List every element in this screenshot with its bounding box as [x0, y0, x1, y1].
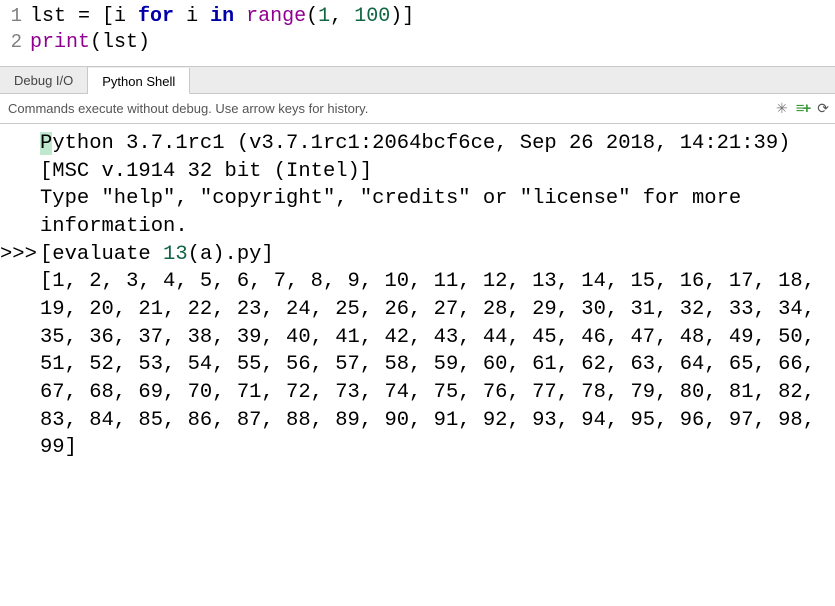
tab-debug-io[interactable]: Debug I/O	[0, 67, 88, 93]
code-editor[interactable]: 1 lst = [i for i in range(1, 100)] 2 pri…	[0, 0, 835, 66]
shell-banner: Python 3.7.1rc1 (v3.7.1rc1:2064bcf6ce, S…	[0, 130, 831, 185]
code-line-1[interactable]: 1 lst = [i for i in range(1, 100)]	[0, 4, 835, 30]
bug-icon[interactable]: ✳	[776, 100, 788, 117]
cursor-highlight: P	[40, 132, 52, 155]
line-number: 2	[0, 30, 30, 55]
code-line-2[interactable]: 2 print(lst)	[0, 30, 835, 56]
shell-prompt: >>>	[0, 241, 40, 269]
shell-hint: Commands execute without debug. Use arro…	[8, 101, 368, 116]
line-number: 1	[0, 4, 30, 29]
shell-evaluate-line: >>> [evaluate 13(a).py]	[0, 241, 831, 269]
shell-infobar: Commands execute without debug. Use arro…	[0, 94, 835, 124]
refresh-icon[interactable]: ⟳	[817, 100, 829, 117]
shell-help-line: Type "help", "copyright", "credits" or "…	[0, 185, 831, 240]
python-shell[interactable]: Python 3.7.1rc1 (v3.7.1rc1:2064bcf6ce, S…	[0, 124, 835, 606]
code-content: print(lst)	[30, 30, 150, 56]
panel-tabbar: Debug I/O Python Shell	[0, 66, 835, 94]
shell-output: [1, 2, 3, 4, 5, 6, 7, 8, 9, 10, 11, 12, …	[0, 268, 831, 462]
code-content: lst = [i for i in range(1, 100)]	[30, 4, 414, 30]
tab-python-shell[interactable]: Python Shell	[88, 68, 190, 94]
new-prompt-icon[interactable]: ≡+	[796, 100, 810, 117]
